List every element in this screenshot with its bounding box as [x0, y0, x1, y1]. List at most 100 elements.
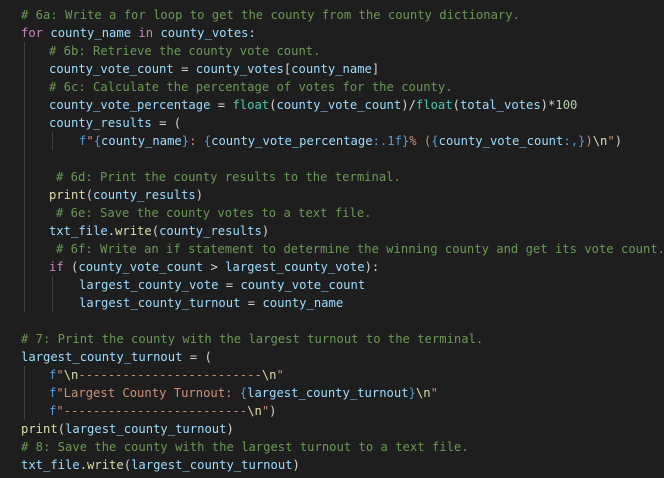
code-token: }	[181, 134, 190, 148]
code-token: largest_county_turnout	[247, 386, 409, 400]
code-line[interactable]: # 6a: Write a for loop to get the county…	[0, 6, 664, 24]
code-token: {	[431, 134, 439, 148]
code-token: "	[430, 386, 438, 400]
code-line[interactable]: txt_file.write(county_results)	[0, 222, 664, 240]
code-token: county_name	[101, 134, 182, 148]
code-token: largest_county_vote	[225, 260, 365, 274]
code-token: \n	[261, 368, 277, 382]
code-line[interactable]: print(largest_county_turnout)	[0, 420, 664, 438]
code-token: =	[240, 296, 263, 310]
code-token: % (	[409, 134, 432, 148]
indent-guide	[24, 222, 25, 240]
code-token: total_votes	[459, 98, 541, 112]
code-token: =	[210, 98, 233, 112]
indent-guide	[24, 78, 25, 96]
code-token: county_vote_count	[240, 278, 366, 292]
code-line[interactable]	[0, 150, 664, 168]
code-line[interactable]: f"Largest County Turnout: {largest_count…	[0, 384, 664, 402]
code-line[interactable]: county_vote_percentage = float( county_vo…	[0, 96, 664, 114]
code-token: print	[21, 422, 58, 436]
code-line[interactable]: largest_county_vote = county_vote_count	[0, 276, 664, 294]
code-line[interactable]: for county_name in county_votes:	[0, 24, 664, 42]
code-token: float	[415, 98, 453, 112]
code-line[interactable]: county_results = (	[0, 114, 664, 132]
indent-guide	[24, 96, 25, 114]
code-line[interactable]: f"-------------------------\n")	[0, 402, 664, 420]
code-token: :,}	[563, 134, 586, 148]
code-token: = (	[151, 116, 182, 130]
code-token: )/	[401, 98, 416, 112]
code-token: :	[248, 26, 256, 40]
code-token: "	[86, 134, 94, 148]
code-token: )	[226, 422, 234, 436]
code-token: county_name	[50, 26, 132, 40]
code-token: # 6b: Retrieve the county vote count.	[49, 44, 321, 58]
code-line[interactable]: # 6d: Print the county results to the te…	[0, 168, 664, 186]
code-token: 100	[555, 98, 578, 112]
code-token: )	[614, 134, 623, 148]
indent-guide	[24, 168, 25, 186]
code-token: county_vote_count	[276, 98, 402, 112]
code-token: county_vote_percentage	[211, 134, 373, 148]
code-token: ):	[364, 260, 380, 274]
code-token: ]	[371, 62, 380, 76]
code-token: county_name	[291, 62, 372, 76]
code-token: .	[79, 458, 88, 472]
code-token: in	[138, 26, 154, 40]
code-line[interactable]: county_vote_count = county_votes[county_…	[0, 60, 664, 78]
code-token: write	[115, 224, 152, 238]
code-line[interactable]: txt_file.write(largest_county_turnout)	[0, 456, 664, 474]
code-line[interactable]: # 6b: Retrieve the county vote count.	[0, 42, 664, 60]
code-line[interactable]: # 8: Save the county with the largest tu…	[0, 438, 664, 456]
code-token: "-------------------------	[56, 404, 248, 418]
code-token: \n	[63, 368, 79, 382]
code-token: "	[607, 134, 615, 148]
code-token: county_vote_count	[438, 134, 564, 148]
code-token: # 6d: Print the county results to the te…	[56, 170, 401, 184]
code-line[interactable]	[0, 312, 664, 330]
indent-guide	[24, 150, 25, 168]
code-token: county_results	[159, 224, 262, 238]
code-token: txt_file	[49, 224, 108, 238]
code-token: write	[87, 458, 124, 472]
code-line[interactable]: # 6c: Calculate the percentage of votes …	[0, 78, 664, 96]
indent-guide	[24, 240, 25, 258]
code-line[interactable]: f"\n-------------------------\n"	[0, 366, 664, 384]
code-token: # 6a: Write a for loop to get the county…	[21, 8, 520, 22]
indent-guide	[24, 42, 25, 60]
code-token: (	[151, 224, 160, 238]
code-token: # 8: Save the county with the largest tu…	[21, 440, 469, 454]
indent-guide	[24, 114, 25, 132]
code-token: county_results	[93, 188, 196, 202]
code-token: \n	[592, 134, 608, 148]
code-line[interactable]: print(county_results)	[0, 186, 664, 204]
code-token: (	[63, 260, 79, 274]
code-token: if	[49, 260, 64, 274]
indent-guide	[24, 258, 25, 276]
indent-guide	[52, 276, 53, 294]
indent-guide	[52, 132, 53, 150]
code-token: (	[57, 422, 66, 436]
code-line[interactable]: # 6f: Write an if statement to determine…	[0, 240, 664, 258]
code-line[interactable]: if (county_vote_count > largest_county_v…	[0, 258, 664, 276]
code-token: :.1f}	[372, 134, 410, 148]
code-token: .	[107, 224, 116, 238]
code-line[interactable]: # 7: Print the county with the largest t…	[0, 330, 664, 348]
code-token: = (	[182, 350, 212, 364]
code-token: county_vote_count	[78, 260, 204, 274]
code-token: :	[189, 134, 204, 148]
code-token: county_vote_percentage	[49, 98, 211, 112]
code-line[interactable]: largest_county_turnout = county_name	[0, 294, 664, 312]
indent-guide	[24, 60, 25, 78]
code-token: # 6f: Write an if statement to determine…	[56, 242, 664, 256]
code-token: (	[452, 98, 460, 112]
code-token: # 6e: Save the county votes to a text fi…	[56, 206, 372, 220]
code-line[interactable]: largest_county_turnout = (	[0, 348, 664, 366]
code-token: )	[261, 224, 270, 238]
code-token: )	[195, 188, 204, 202]
code-token: county_name	[262, 296, 344, 310]
code-line[interactable]: # 6e: Save the county votes to a text fi…	[0, 204, 664, 222]
code-line[interactable]: f"{county_name}: {county_vote_percentage…	[0, 132, 664, 150]
code-editor[interactable]: # 6a: Write a for loop to get the county…	[0, 0, 664, 478]
code-token: \n	[415, 386, 431, 400]
